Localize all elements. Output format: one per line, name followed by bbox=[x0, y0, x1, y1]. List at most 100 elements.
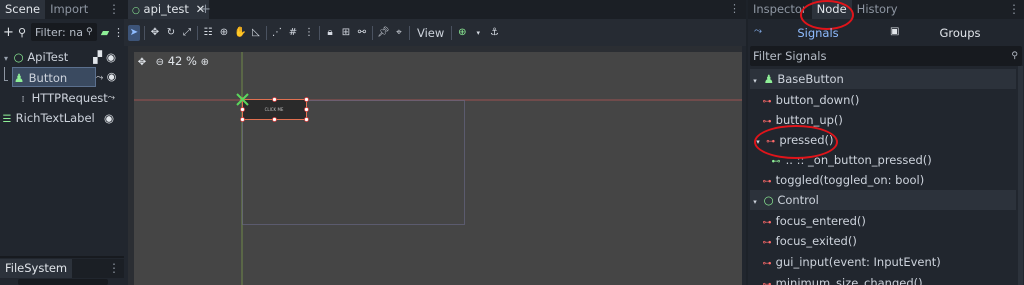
lock-icon[interactable]: 🔒︎ bbox=[324, 25, 336, 41]
signal-label: minimum_size_changed() bbox=[775, 276, 923, 285]
groups-icon: ▣ bbox=[890, 26, 900, 37]
dock-splitter[interactable] bbox=[0, 256, 124, 258]
tab-filesystem[interactable]: FileSystem bbox=[0, 259, 73, 278]
tab-scene[interactable]: Scene bbox=[0, 0, 46, 19]
signal-icon: ⊶ bbox=[762, 280, 772, 285]
add-node-icon[interactable]: + bbox=[3, 25, 14, 40]
zoom-out-icon[interactable]: ⊖ bbox=[156, 56, 164, 70]
canvas-viewport[interactable]: CLICK ME ✥ ⊖ 42 % ⊕ bbox=[128, 46, 742, 285]
canvas-button-label: CLICK ME bbox=[264, 107, 284, 112]
tree-item-httprequest[interactable]: ⁞ HTTPRequest ⤳ bbox=[18, 88, 124, 108]
group-icon[interactable]: ⊞ bbox=[340, 25, 352, 41]
scene-dock: Scene Import ⋮ + ⚲ Filter: na ⚲ ▰ ⋮ ▾ ○ … bbox=[0, 0, 124, 285]
smart-snap-icon[interactable]: ⋰ bbox=[271, 25, 283, 41]
list-select-icon[interactable]: ☷ bbox=[202, 25, 214, 41]
grid-snap-icon[interactable]: # bbox=[287, 25, 299, 41]
bone-icon[interactable]: ⚯ bbox=[356, 25, 368, 41]
select-mode-icon[interactable]: ➤ bbox=[128, 24, 140, 41]
scale-mode-icon[interactable]: ⤢ bbox=[181, 25, 193, 41]
tab-import[interactable]: Import bbox=[45, 0, 93, 19]
editor-main: ○ api_test ✕ + ⋮ ➤ ✥ ↻ ⤢ ☷ ⊕ ✋ ◺ ⋰ # ⋮ 🔒… bbox=[124, 0, 746, 285]
visibility-eye-icon[interactable]: ◉ bbox=[107, 67, 117, 87]
signal-item[interactable]: ⊶ toggled(toggled_on: bool) bbox=[762, 170, 1016, 190]
signal-connected-icon[interactable]: ⤳ bbox=[108, 88, 115, 108]
toolbar-separator bbox=[319, 25, 320, 40]
tab-history[interactable]: History bbox=[852, 0, 903, 19]
tab-api-test[interactable]: ○ api_test ✕ bbox=[128, 0, 210, 19]
add-scene-icon[interactable]: + bbox=[200, 2, 211, 17]
scene-options-icon[interactable]: ⋮ bbox=[113, 26, 124, 39]
visibility-eye-icon[interactable]: ◉ bbox=[106, 47, 116, 67]
inspector-dock: Inspector Node History ⋮ ⤳ Signals ▣ Gro… bbox=[748, 0, 1024, 285]
scene-dock-tabbar: Scene Import ⋮ bbox=[0, 0, 124, 19]
scene-tabbar: ○ api_test ✕ + ⋮ bbox=[124, 0, 746, 19]
tab-signals[interactable]: Signals bbox=[778, 26, 858, 40]
tree-item-label: RichTextLabel bbox=[15, 111, 95, 125]
filter-text: Filter Signals bbox=[753, 49, 827, 63]
section-title: BaseButton bbox=[777, 72, 844, 86]
pan-icon[interactable]: ✋ bbox=[234, 25, 246, 41]
link-icon[interactable]: ⚲ bbox=[16, 26, 28, 39]
scene-toolbar: + ⚲ Filter: na ⚲ ▰ ⋮ bbox=[0, 19, 124, 45]
center-view-icon[interactable]: ✥ bbox=[136, 56, 148, 70]
dock-menu-icon[interactable]: ⋮ bbox=[1008, 2, 1020, 16]
anchor-layout-icon[interactable]: ⚓︎ bbox=[488, 25, 500, 41]
viewport-border-left bbox=[124, 46, 128, 285]
signal-label: gui_input(event: InputEvent) bbox=[775, 255, 941, 269]
tab-groups[interactable]: Groups bbox=[918, 26, 1002, 40]
signal-item[interactable]: ⊶ focus_entered() bbox=[762, 211, 1016, 231]
pivot-icon[interactable]: ⊕ bbox=[218, 25, 230, 41]
control-node-icon: ○ bbox=[13, 50, 24, 64]
http-request-node-icon: ⁞ bbox=[21, 95, 25, 105]
collapse-arrow-icon[interactable]: ▾ bbox=[750, 192, 760, 212]
distraction-free-icon[interactable]: ⋮ bbox=[729, 2, 740, 15]
toolbar-separator bbox=[451, 25, 453, 40]
tree-item-label: HTTPRequest bbox=[31, 91, 108, 105]
signal-label: button_down() bbox=[775, 93, 860, 107]
signal-label: toggled(toggled_on: bool) bbox=[775, 173, 925, 187]
signal-icon: ⤳ bbox=[754, 26, 762, 37]
section-header-control[interactable]: ▾ ○ Control bbox=[750, 190, 1016, 210]
collapse-arrow-icon[interactable]: ▾ bbox=[750, 71, 760, 91]
filesystem-path-field[interactable] bbox=[18, 279, 108, 285]
signal-item[interactable]: ⊶ button_down() bbox=[762, 90, 1016, 110]
signal-item[interactable]: ⊶ minimum_size_changed() bbox=[762, 273, 1016, 285]
view-menu[interactable]: View bbox=[414, 26, 447, 40]
add-keyframe-icon[interactable]: ⊕ bbox=[456, 25, 468, 41]
signals-filter-input[interactable]: Filter Signals ⚲ bbox=[750, 46, 1022, 66]
annotation-ellipse-pressed bbox=[754, 125, 838, 159]
dock-menu-icon[interactable]: ⋮ bbox=[108, 2, 120, 16]
signal-connected-icon[interactable]: ⤳ bbox=[96, 68, 103, 88]
chevron-down-icon[interactable]: ▾ bbox=[472, 25, 484, 41]
collapse-arrow-icon[interactable]: ▾ bbox=[2, 49, 10, 69]
script-attached-icon[interactable]: ▞ bbox=[93, 47, 102, 67]
snap-options-icon[interactable]: ⋮ bbox=[303, 25, 315, 41]
viewport-border-right bbox=[742, 46, 746, 285]
scene-filter-input[interactable]: Filter: na ⚲ bbox=[31, 23, 97, 41]
pin-icon[interactable]: 📌︎ bbox=[377, 25, 390, 41]
toolbar-separator bbox=[144, 25, 145, 40]
signal-label: focus_entered() bbox=[775, 214, 866, 228]
tree-item-apitest[interactable]: ▾ ○ ApiTest ▞ ◉ bbox=[0, 47, 124, 67]
tree-item-label: ApiTest bbox=[27, 50, 69, 64]
toolbar-separator bbox=[197, 25, 198, 40]
ruler-icon[interactable]: ◺ bbox=[250, 25, 262, 41]
anchor-icon[interactable]: ⌖ bbox=[393, 25, 405, 41]
visibility-eye-icon[interactable]: ◉ bbox=[104, 108, 114, 128]
move-mode-icon[interactable]: ✥ bbox=[149, 25, 161, 41]
zoom-level[interactable]: 42 % bbox=[168, 54, 197, 68]
zoom-in-icon[interactable]: ⊕ bbox=[201, 56, 209, 70]
tree-item-richtextlabel[interactable]: ☰ RichTextLabel ◉ bbox=[2, 108, 124, 128]
rich-text-label-icon: ☰ bbox=[2, 114, 12, 125]
script-icon[interactable]: ▰ bbox=[100, 26, 110, 39]
dock-menu-icon[interactable]: ⋮ bbox=[108, 261, 120, 275]
signals-tree: ▾ ♟ BaseButton ⊶ button_down() ⊶ button_… bbox=[748, 66, 1024, 285]
section-header-basebutton[interactable]: ▾ ♟ BaseButton bbox=[750, 69, 1016, 89]
tree-item-button[interactable]: ♟ Button bbox=[12, 67, 96, 87]
inspector-tabbar: Inspector Node History ⋮ bbox=[748, 0, 1024, 19]
signal-item[interactable]: ⊶ focus_exited() bbox=[762, 231, 1016, 251]
signal-icon: ⊶ bbox=[762, 177, 772, 187]
signal-item[interactable]: ⊶ gui_input(event: InputEvent) bbox=[762, 252, 1016, 272]
scrollbar[interactable] bbox=[1018, 66, 1023, 285]
rotate-mode-icon[interactable]: ↻ bbox=[165, 25, 177, 41]
